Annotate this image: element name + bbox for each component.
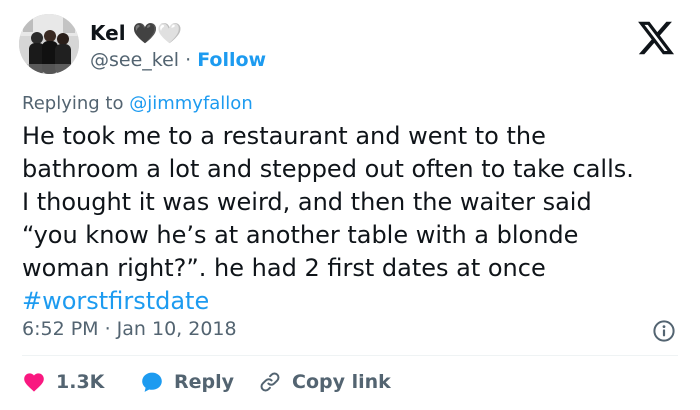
tweet-text-line: woman right?”. he had 2 first dates at o…	[22, 254, 546, 282]
author-name[interactable]: Kel 🖤🤍	[90, 20, 182, 46]
x-logo-icon[interactable]	[636, 18, 676, 58]
reply-mention-link[interactable]: @jimmyfallon	[129, 93, 253, 114]
author-handle[interactable]: @see_kel	[90, 49, 179, 71]
avatar[interactable]	[19, 14, 79, 74]
info-icon[interactable]	[652, 319, 676, 343]
tweet-text-line: He took me to a restaurant and went to t…	[22, 122, 546, 150]
reply-label: Reply	[174, 371, 235, 393]
avatar-photo	[19, 14, 79, 74]
copy-link-button[interactable]: Copy link	[258, 370, 391, 394]
tweet-text-line: “you know he’s at another table with a b…	[22, 221, 579, 249]
reply-bubble-icon	[142, 372, 162, 392]
reply-prefix: Replying to	[22, 93, 124, 114]
like-count: 1.3K	[56, 371, 105, 393]
tweet-text-line: bathroom a lot and stepped out often to …	[22, 155, 634, 183]
divider	[22, 355, 678, 356]
link-icon	[260, 372, 280, 392]
copy-link-label: Copy link	[292, 371, 391, 393]
like-button[interactable]: 1.3K	[22, 370, 140, 394]
timestamp-link[interactable]: 6:52 PM · Jan 10, 2018	[22, 316, 237, 342]
tweet-text-line: I thought it was weird, and then the wai…	[22, 188, 592, 216]
handle-row: @see_kel · Follow	[90, 47, 266, 73]
heart-icon	[24, 373, 44, 392]
follow-button[interactable]: Follow	[197, 49, 266, 71]
hashtag-link[interactable]: #worstfirstdate	[22, 285, 682, 318]
reply-button[interactable]: Reply	[140, 370, 258, 394]
reply-context: Replying to @jimmyfallon	[22, 91, 253, 117]
action-bar: 1.3K Reply Copy link	[22, 367, 391, 397]
tweet-card: Kel 🖤🤍 @see_kel · Follow Replying to @ji…	[0, 0, 700, 410]
handle-separator: ·	[185, 49, 192, 71]
tweet-text: He took me to a restaurant and went to t…	[22, 120, 682, 318]
